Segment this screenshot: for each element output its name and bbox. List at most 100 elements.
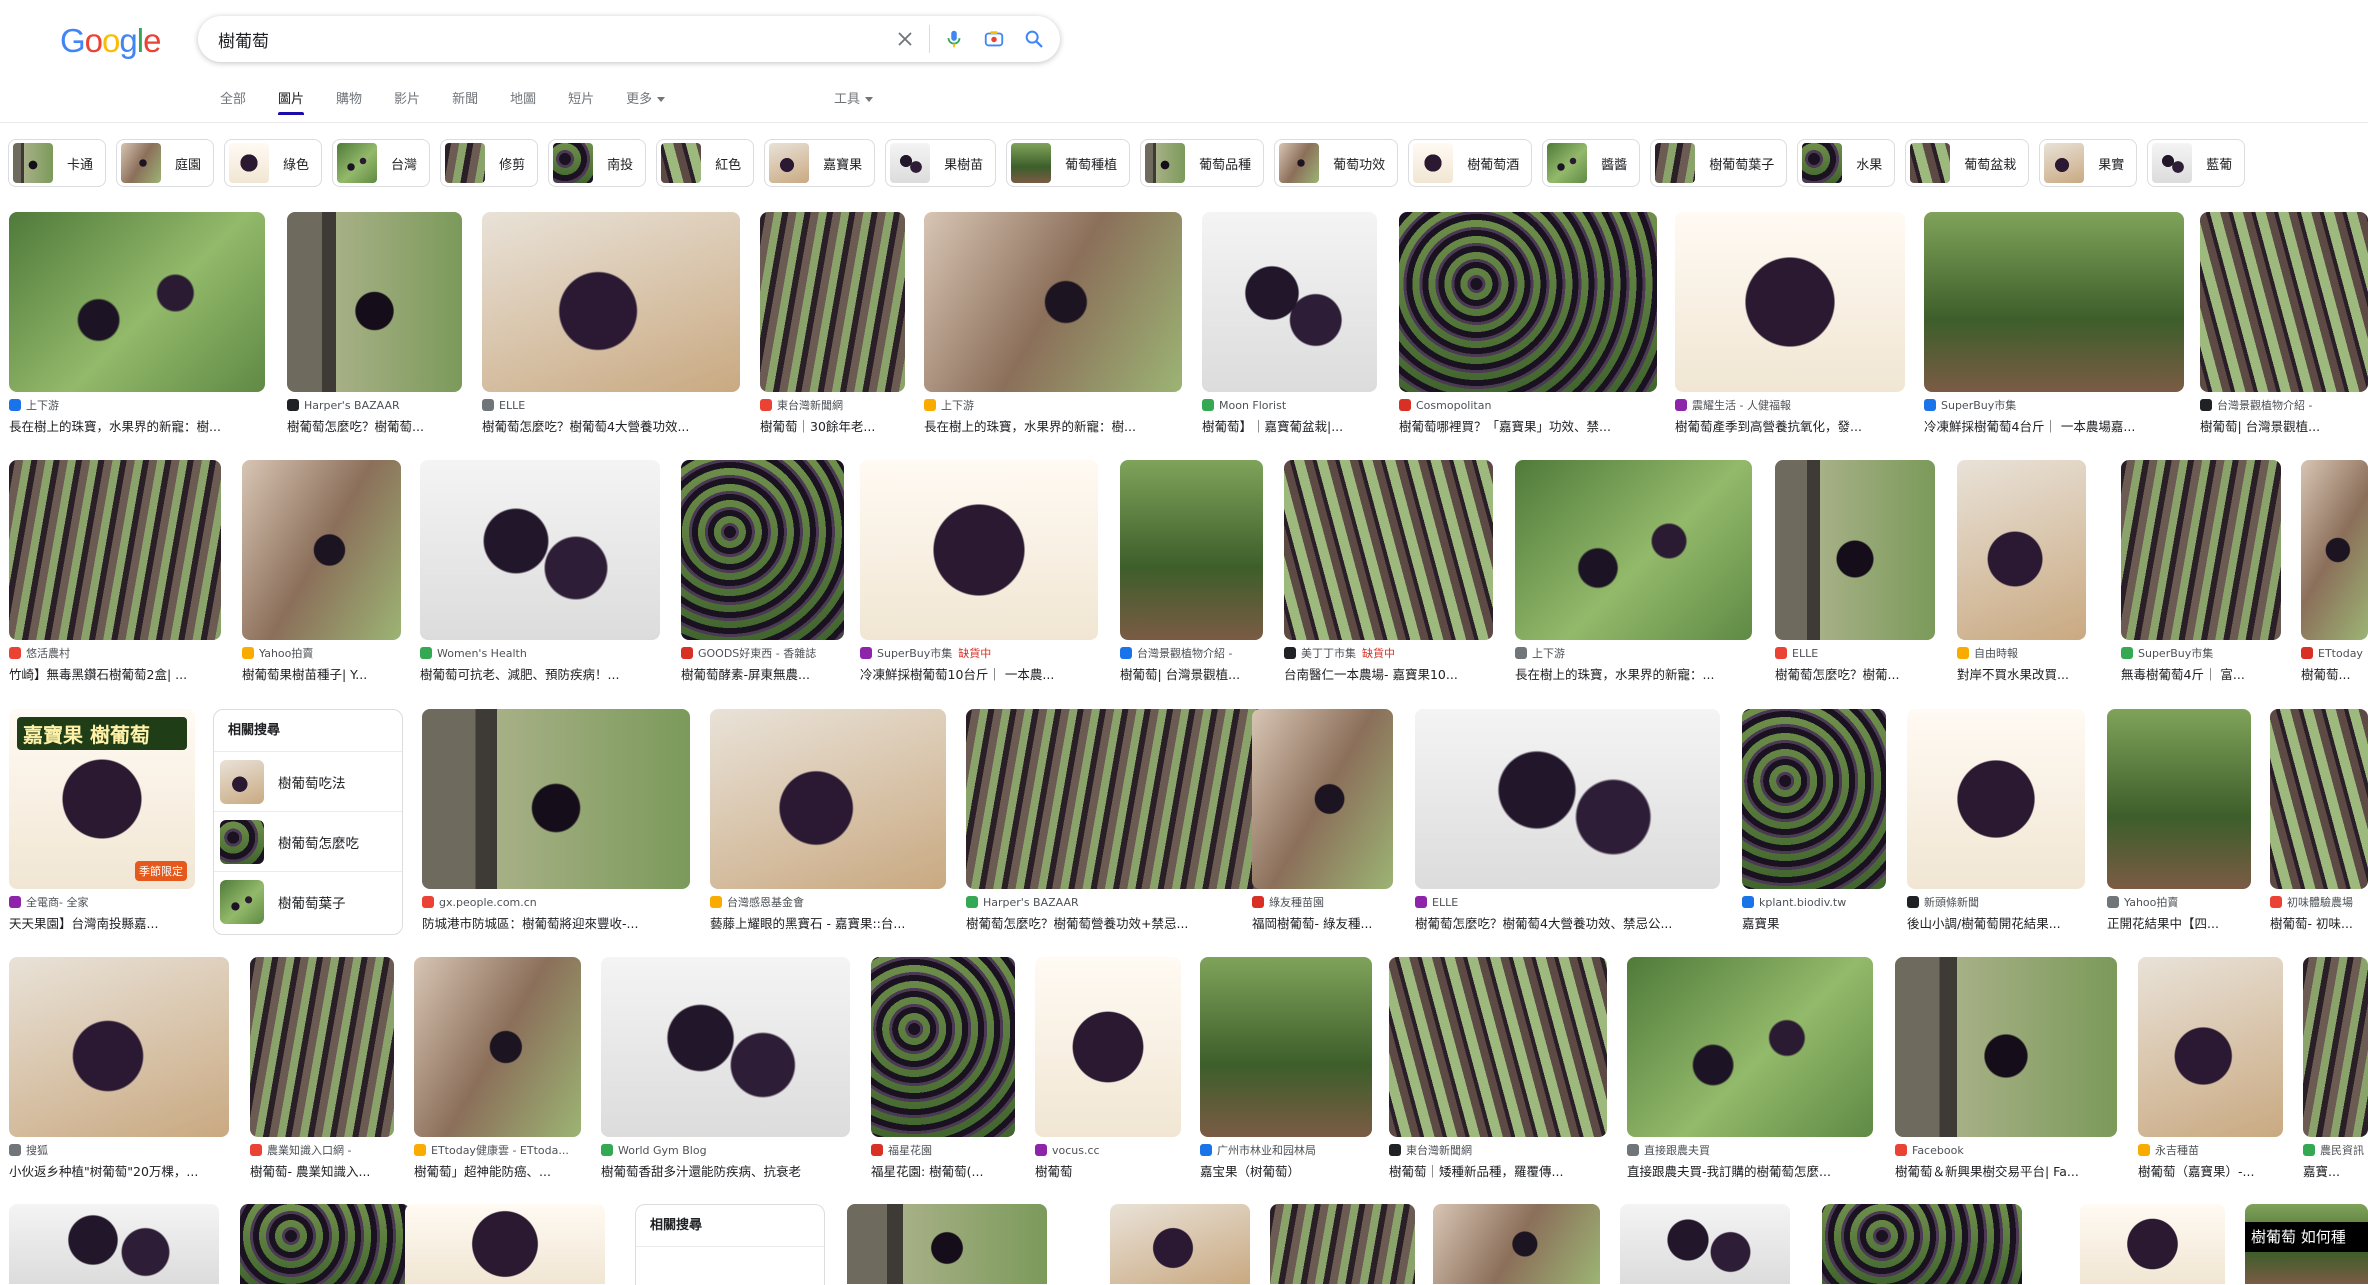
filter-chip[interactable]: 葡萄盆栽	[1905, 139, 2030, 187]
result-image[interactable]	[2301, 460, 2368, 640]
result-image[interactable]	[1202, 212, 1377, 392]
image-result[interactable]: 農業知識入口網 - 樹葡萄- 農業知識入...	[250, 957, 394, 1180]
filter-chip[interactable]: 葡萄功效	[1274, 139, 1399, 187]
image-result[interactable]: ETtoday健康雲 - ETtoda... 樹葡萄」超神能防癌、...	[414, 957, 581, 1180]
filter-chip[interactable]: 葡萄種植	[1006, 139, 1131, 187]
result-image[interactable]	[1675, 212, 1905, 392]
image-result[interactable]: Women's Health 樹葡萄可抗老、減肥、預防疾病！...	[420, 460, 660, 683]
result-title[interactable]: 防城港市防城區：樹葡萄將迎來豐收-...	[422, 913, 690, 932]
image-result[interactable]: 广州市林业和园林局 嘉宝果（树葡萄）	[1200, 957, 1372, 1180]
result-title[interactable]: 嘉寶果	[1742, 913, 1886, 932]
result-title[interactable]: 嘉宝果（树葡萄）	[1200, 1161, 1372, 1180]
image-result[interactable]: Harper's BAZAAR 樹葡萄怎麼吃？樹葡萄...	[287, 212, 462, 435]
result-image[interactable]	[710, 709, 946, 889]
result-image[interactable]	[1957, 460, 2086, 640]
result-title[interactable]: 樹葡萄怎麼吃？樹葡...	[1775, 664, 1935, 683]
result-title[interactable]: 福岡樹葡萄- 綠友種...	[1252, 913, 1393, 932]
result-title[interactable]: 樹葡萄怎麼吃？樹葡萄營養功效+禁忌...	[966, 913, 1273, 932]
result-image[interactable]	[1399, 212, 1657, 392]
result-title[interactable]: 樹葡萄｜矮種新品種，羅覆傳...	[1389, 1161, 1607, 1180]
result-image[interactable]	[1252, 709, 1393, 889]
result-image[interactable]	[1907, 709, 2085, 889]
result-title[interactable]: 天天果園】台灣南投縣嘉...	[9, 913, 195, 932]
image-result[interactable]: 綠友種苗園 福岡樹葡萄- 綠友種...	[1252, 709, 1393, 932]
result-image[interactable]	[760, 212, 905, 392]
related-search-item[interactable]: 樹葡萄怎麼吃	[214, 812, 402, 872]
result-title[interactable]: 竹崎】無毒黑鑽石樹葡萄2盒| ...	[9, 664, 221, 683]
result-title[interactable]: 樹葡萄怎麼吃？樹葡萄4大營養功效...	[482, 416, 740, 435]
image-result[interactable]: 東台灣新聞網 樹葡萄｜矮種新品種，羅覆傳...	[1389, 957, 1607, 1180]
result-title[interactable]: 正開花結果中【四...	[2107, 913, 2251, 932]
image-result[interactable]: 自由時報 對岸不買水果改買...	[1957, 460, 2086, 683]
result-title[interactable]: 冷凍鮮採樹葡萄4台斤｜ 一本農場嘉...	[1924, 416, 2184, 435]
result-title[interactable]: 樹葡萄怎麼吃？樹葡萄4大營養功效、禁忌公...	[1415, 913, 1720, 932]
image-result[interactable]: GOODS好東西 - 香雜誌 樹葡萄酵素-屏東無農...	[681, 460, 844, 683]
result-title[interactable]: 冷凍鮮採樹葡萄10台斤｜ 一本農...	[860, 664, 1098, 683]
result-title[interactable]: 樹葡萄香甜多汁還能防疾病、抗衰老	[601, 1161, 850, 1180]
filter-chip[interactable]: 樹葡萄酒	[1408, 139, 1533, 187]
result-image[interactable]	[601, 957, 850, 1137]
filter-chip[interactable]: 葡萄品種	[1140, 139, 1265, 187]
result-image[interactable]	[9, 460, 221, 640]
result-image[interactable]	[9, 957, 229, 1137]
filter-chip[interactable]: 庭園	[116, 139, 215, 187]
search-input[interactable]	[218, 19, 885, 59]
filter-chip[interactable]: 綠色	[224, 139, 323, 187]
result-title[interactable]: 樹葡萄- 初味...	[2270, 913, 2368, 932]
result-image[interactable]	[1924, 212, 2184, 392]
result-title[interactable]: 對岸不買水果改買...	[1957, 664, 2086, 683]
image-result[interactable]: 農民資訊 嘉寶...	[2303, 957, 2368, 1180]
result-image[interactable]	[2200, 212, 2368, 392]
result-image[interactable]	[242, 460, 401, 640]
result-title[interactable]: 樹葡萄】｜嘉寶葡盆栽|...	[1202, 416, 1377, 435]
image-result[interactable]: 上下游 長在樹上的珠寶，水果界的新寵：...	[1515, 460, 1752, 683]
filter-chip[interactable]: 南投	[548, 139, 647, 187]
filter-chip[interactable]: 台灣	[332, 139, 431, 187]
result-title[interactable]: 小伙返乡种植"树葡萄"20万棵，...	[9, 1161, 229, 1180]
result-title[interactable]: 福星花園: 樹葡萄(...	[871, 1161, 1015, 1180]
result-image[interactable]	[405, 1204, 605, 1284]
image-result[interactable]: 上下游 長在樹上的珠寶，水果界的新寵：樹...	[9, 212, 265, 435]
result-image[interactable]	[2121, 460, 2281, 640]
result-image[interactable]	[420, 460, 660, 640]
image-result[interactable]: 美丁丁市集 缺貨中 台南醫仁一本農場- 嘉寶果10...	[1284, 460, 1493, 683]
result-image[interactable]	[1822, 1204, 2022, 1284]
filter-chip[interactable]: 藍葡	[2147, 139, 2246, 187]
filter-chip[interactable]: 紅色	[656, 139, 755, 187]
voice-search-button[interactable]	[934, 19, 974, 59]
image-result[interactable]: ELLE 樹葡萄怎麼吃？樹葡...	[1775, 460, 1935, 683]
result-image[interactable]	[250, 957, 394, 1137]
image-result[interactable]: kplant.biodiv.tw 嘉寶果	[1742, 709, 1886, 932]
result-image[interactable]	[681, 460, 844, 640]
result-title[interactable]: 長在樹上的珠寶，水果界的新寵：...	[1515, 664, 1752, 683]
result-image[interactable]	[9, 1204, 219, 1284]
result-image[interactable]	[422, 709, 690, 889]
result-image[interactable]	[1433, 1204, 1600, 1284]
tab-shorts[interactable]: 短片	[568, 88, 594, 116]
image-result[interactable]: gx.people.com.cn 防城港市防城區：樹葡萄將迎來豐收-...	[422, 709, 690, 932]
result-image[interactable]	[1415, 709, 1720, 889]
image-result[interactable]: Cosmopolitan 樹葡萄哪裡買？「嘉寶果」功效、禁...	[1399, 212, 1657, 435]
tab-shopping[interactable]: 購物	[336, 88, 362, 116]
image-result[interactable]: 台灣感恩基金會 藝藤上耀眼的黑寶石 - 嘉寶果::台...	[710, 709, 946, 932]
result-image[interactable]: 嘉寶果 樹葡萄 季節限定	[9, 709, 195, 889]
result-image[interactable]	[2270, 709, 2368, 889]
result-title[interactable]: 樹葡萄｜30餘年老...	[760, 416, 905, 435]
result-title[interactable]: 長在樹上的珠寶，水果界的新寵：樹...	[924, 416, 1182, 435]
image-result[interactable]: 新頭條新聞 後山小調/樹葡萄開花結果...	[1907, 709, 2085, 932]
result-image[interactable]	[1775, 460, 1935, 640]
image-result[interactable]: 嘉寶果 樹葡萄 季節限定 全電商- 全家 天天果園】台灣南投縣嘉...	[9, 709, 195, 932]
image-result[interactable]: 直接跟農夫買 直接跟農夫買-我訂購的樹葡萄怎麼...	[1627, 957, 1873, 1180]
result-image[interactable]	[1620, 1204, 1790, 1284]
result-image[interactable]	[414, 957, 581, 1137]
lens-search-button[interactable]	[974, 19, 1014, 59]
result-title[interactable]: 樹葡萄（嘉寶果）-...	[2138, 1161, 2283, 1180]
image-result[interactable]: World Gym Blog 樹葡萄香甜多汁還能防疾病、抗衰老	[601, 957, 850, 1180]
tab-more[interactable]: 更多	[626, 88, 666, 116]
result-title[interactable]: 樹葡萄哪裡買？「嘉寶果」功效、禁...	[1399, 416, 1657, 435]
search-button[interactable]	[1014, 19, 1054, 59]
filter-chip[interactable]: 修剪	[440, 139, 539, 187]
result-image[interactable]	[1110, 1204, 1250, 1284]
image-result[interactable]: 上下游 長在樹上的珠寶，水果界的新寵：樹...	[924, 212, 1182, 435]
image-result[interactable]: 福星花園 福星花園: 樹葡萄(...	[871, 957, 1015, 1180]
